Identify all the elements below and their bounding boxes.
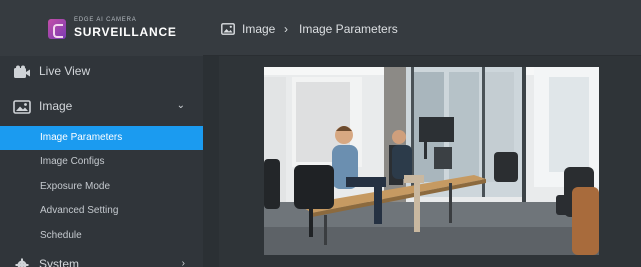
sidebar-subitem-schedule[interactable]: Schedule (0, 224, 203, 248)
sidebar-item-label: Image (39, 99, 73, 113)
sidebar-subitem-image-configs[interactable]: Image Configs (0, 150, 203, 174)
sidebar-subitem-label: Schedule (40, 230, 82, 241)
chevron-right-icon: › (181, 258, 185, 267)
sidebar-subitem-advanced-setting[interactable]: Advanced Setting (0, 199, 203, 223)
brand-title: SURVEILLANCE (74, 25, 177, 39)
sidebar-item-live-view[interactable]: Live View (0, 59, 203, 84)
breadcrumb-image[interactable]: Image (242, 22, 275, 36)
sidebar-item-image[interactable]: Image ⌄ (0, 94, 203, 119)
breadcrumb-separator: › (284, 22, 288, 36)
sidebar-item-label: System (39, 257, 80, 267)
sidebar-subitem-label: Advanced Setting (40, 205, 119, 216)
sidebar-subitem-label: Image Parameters (40, 132, 123, 143)
chevron-down-icon: ⌄ (176, 100, 185, 111)
sidebar-subitem-label: Image Configs (40, 156, 105, 167)
sidebar-item-label: Live View (39, 64, 91, 78)
logo-icon (48, 19, 66, 39)
video-icon (14, 65, 30, 78)
image-icon (221, 23, 235, 35)
sidebar: EDGE AI CAMERA SURVEILLANCE Live View Im… (0, 0, 203, 267)
camera-preview-image (264, 67, 599, 255)
breadcrumb-image-parameters: Image Parameters (299, 22, 398, 36)
sidebar-subitem-label: Exposure Mode (40, 181, 111, 192)
sidebar-subitem-image-parameters[interactable]: Image Parameters (0, 126, 203, 150)
top-bar: Image › Image Parameters (203, 0, 641, 56)
brand-subtitle: EDGE AI CAMERA (74, 17, 137, 23)
gear-icon (15, 258, 29, 267)
sidebar-item-system[interactable]: System › (0, 252, 203, 267)
sidebar-subitem-exposure-mode[interactable]: Exposure Mode (0, 175, 203, 199)
brand: EDGE AI CAMERA SURVEILLANCE (0, 0, 203, 56)
image-icon (13, 100, 31, 114)
